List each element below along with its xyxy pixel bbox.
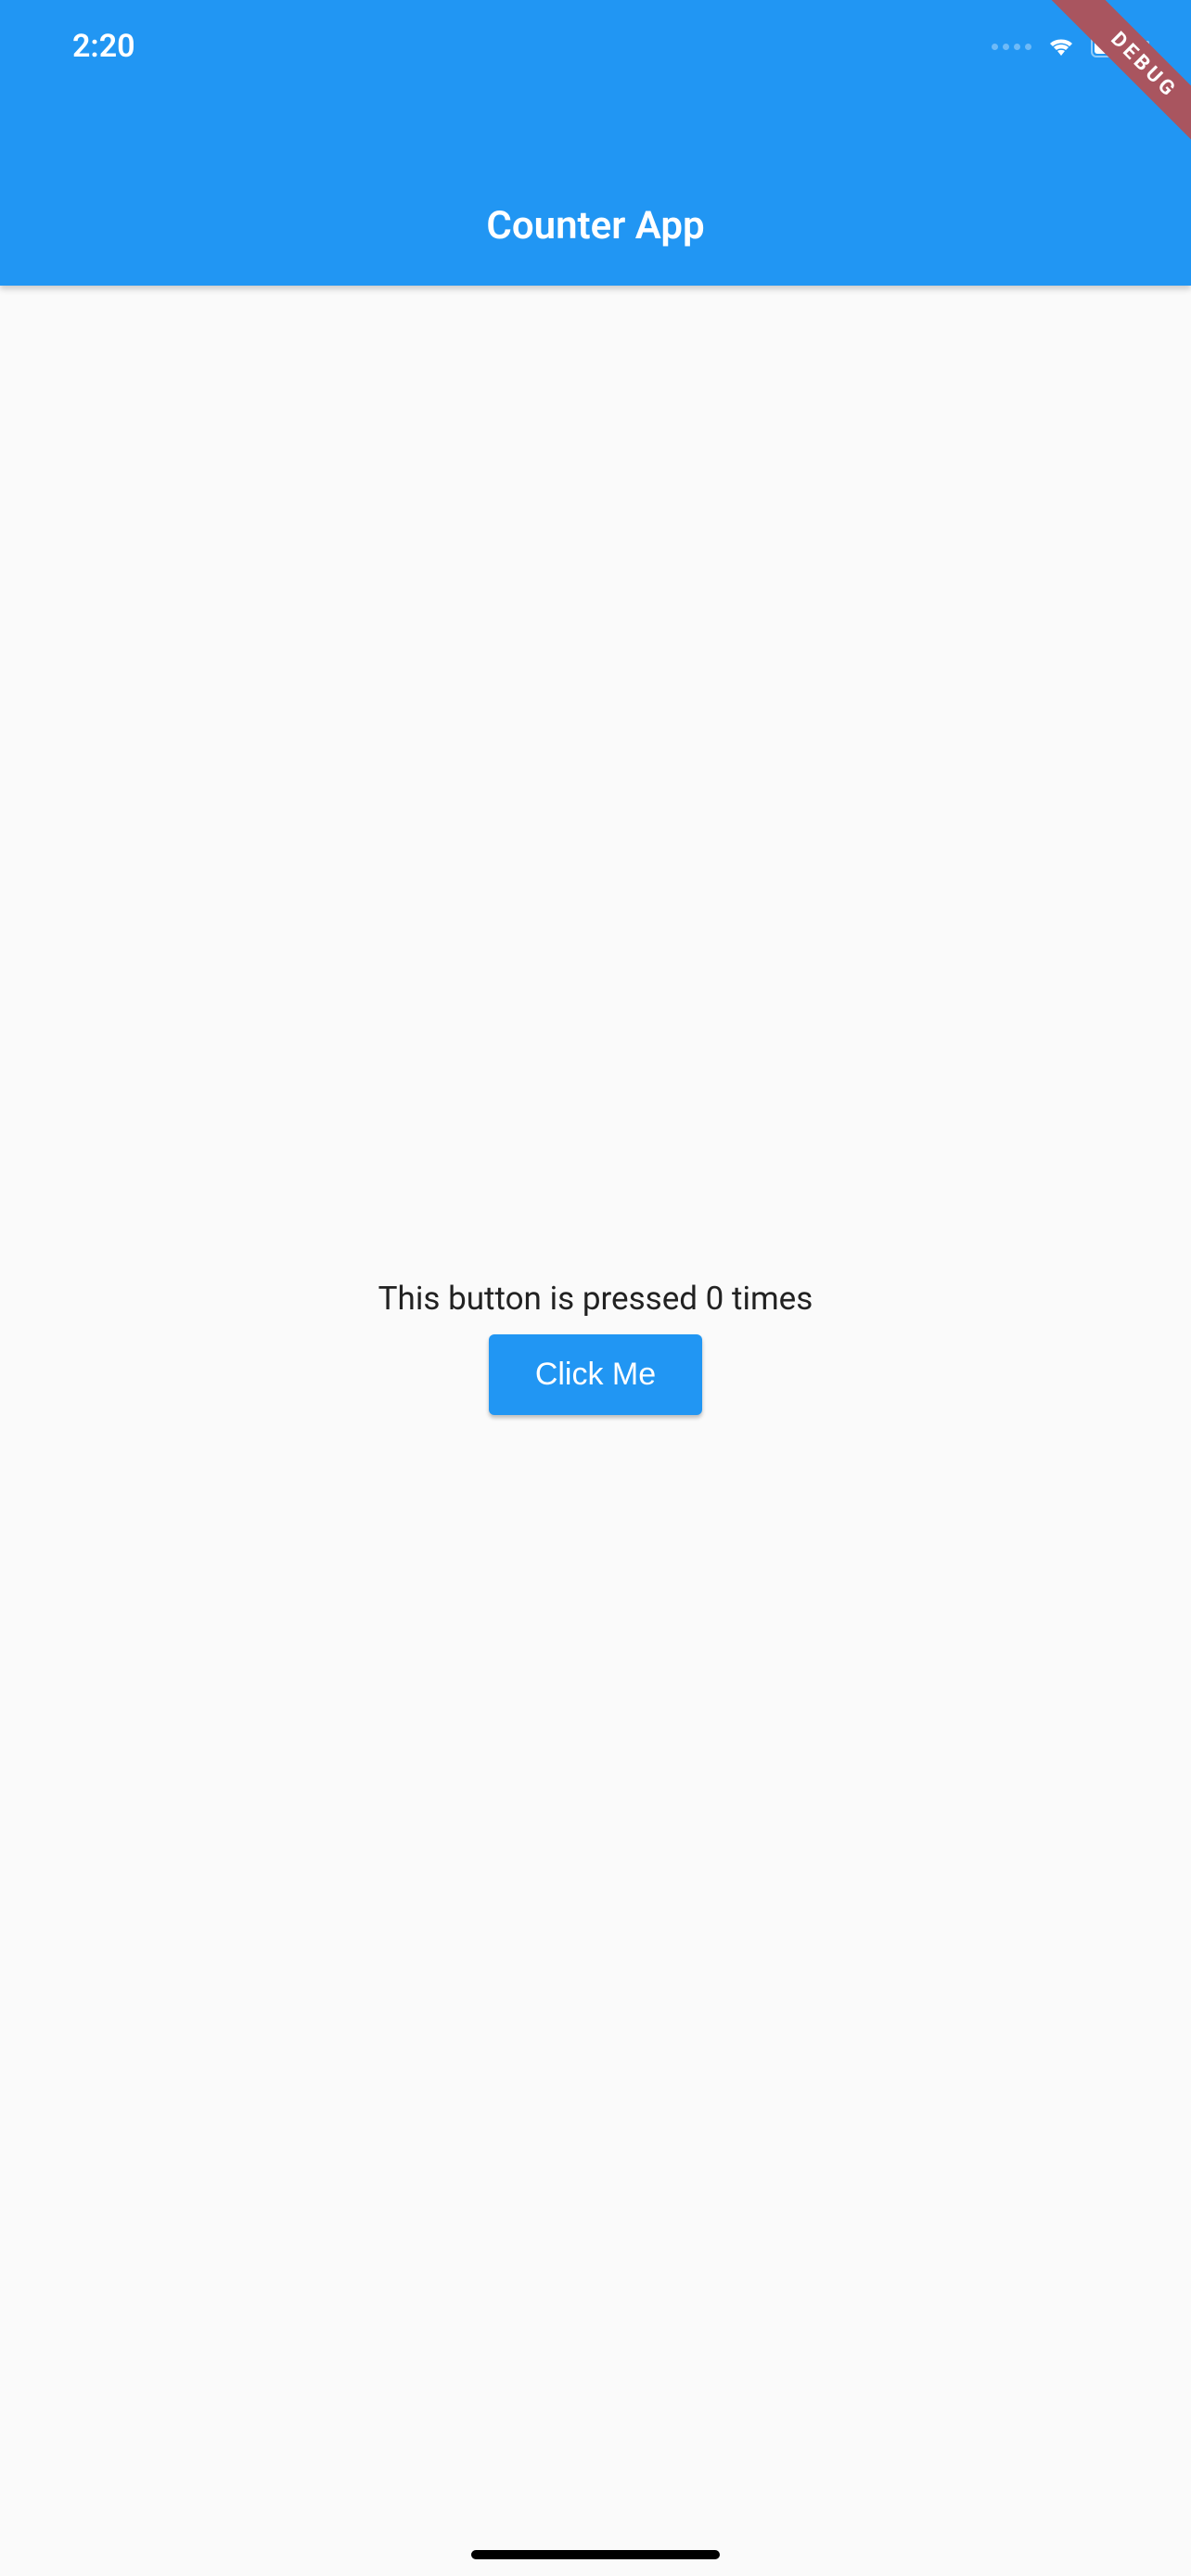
app-title: Counter App [486, 203, 704, 249]
cellular-signal-icon [992, 44, 1031, 50]
home-indicator[interactable] [471, 2550, 720, 2559]
click-me-button[interactable]: Click Me [489, 1334, 702, 1415]
counter-text: This button is pressed 0 times [378, 1280, 813, 1318]
wifi-icon [1044, 33, 1078, 59]
status-time: 2:20 [72, 28, 135, 65]
status-bar: 2:20 [0, 0, 1191, 93]
main-content: This button is pressed 0 times Click Me [0, 286, 1191, 2576]
